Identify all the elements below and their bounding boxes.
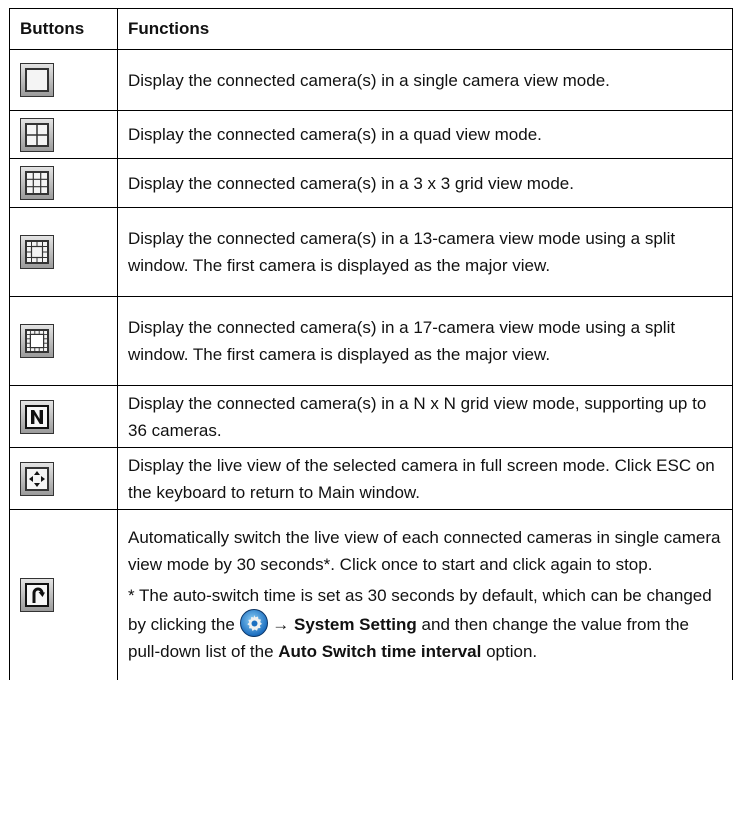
table-row: Display the connected camera(s) in a 3 x…	[9, 158, 733, 208]
function-description: Display the connected camera(s) in a 13-…	[117, 207, 733, 297]
table-row: Display the connected camera(s) in a sin…	[9, 49, 733, 111]
split-17-icon[interactable]	[20, 324, 54, 358]
table-row: Display the connected camera(s) in a 17-…	[9, 296, 733, 386]
system-setting-link: System Setting	[293, 615, 417, 635]
function-description: Display the live view of the selected ca…	[117, 447, 733, 510]
auto-switch-icon[interactable]	[20, 577, 54, 612]
split-13-icon[interactable]	[20, 235, 54, 269]
auto-switch-option-label: Auto Switch time interval	[278, 642, 482, 662]
table-row: Display the live view of the selected ca…	[9, 447, 733, 510]
header-functions: Functions	[117, 8, 733, 50]
table-row: Display the connected camera(s) in a N x…	[9, 385, 733, 448]
button-functions-table: Buttons Functions Display the connected …	[9, 8, 733, 680]
arrow-icon: →	[272, 615, 290, 635]
gear-icon[interactable]	[239, 609, 268, 638]
function-description: Display the connected camera(s) in a sin…	[117, 49, 733, 111]
grid-3x3-icon[interactable]	[20, 166, 54, 200]
nxn-grid-icon[interactable]	[20, 399, 54, 434]
single-view-icon[interactable]	[20, 63, 54, 97]
function-description: Display the connected camera(s) in a N x…	[117, 385, 733, 448]
auto-switch-description: Automatically switch the live view of ea…	[117, 509, 733, 680]
table-row: Automatically switch the live view of ea…	[9, 509, 733, 680]
table-row: Display the connected camera(s) in a 13-…	[9, 207, 733, 297]
function-description: Display the connected camera(s) in a 3 x…	[117, 158, 733, 208]
header-buttons: Buttons	[9, 8, 118, 50]
function-description: Display the connected camera(s) in a 17-…	[117, 296, 733, 386]
function-description: Display the connected camera(s) in a qua…	[117, 110, 733, 159]
fullscreen-icon[interactable]	[20, 461, 54, 496]
function-description: Automatically switch the live view of ea…	[128, 528, 721, 575]
quad-view-icon[interactable]	[20, 117, 54, 152]
table-row: Display the connected camera(s) in a qua…	[9, 110, 733, 159]
auto-switch-note: * The auto-switch time is set as 30 seco…	[128, 586, 712, 662]
table-header-row: Buttons Functions	[9, 8, 733, 50]
